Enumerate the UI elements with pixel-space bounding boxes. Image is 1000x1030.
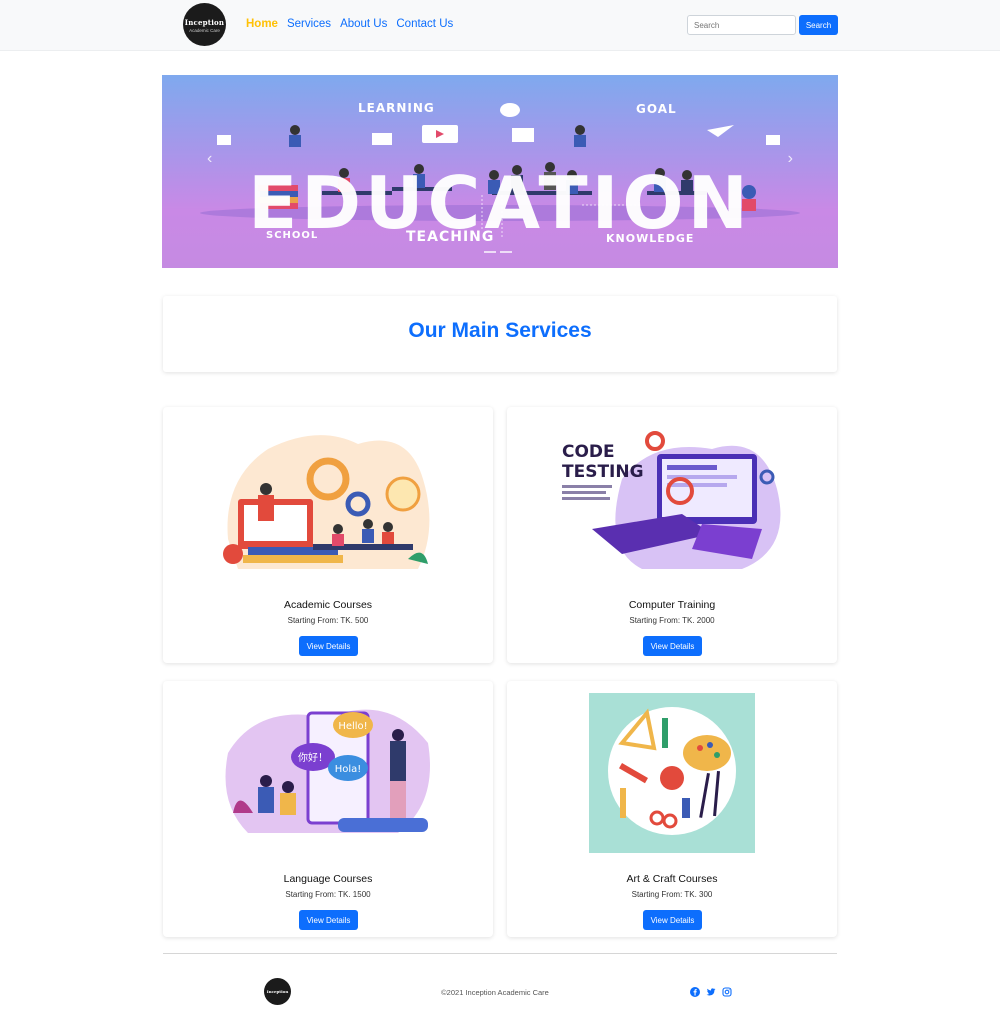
nihao-text: 你好！ bbox=[298, 751, 328, 764]
service-title: Language Courses bbox=[283, 873, 373, 885]
service-title: Computer Training bbox=[628, 599, 716, 611]
nav-links: Home Services About Us Contact Us bbox=[246, 18, 453, 30]
twitter-icon[interactable] bbox=[706, 987, 716, 997]
nav-home-link[interactable]: Home bbox=[246, 18, 278, 30]
hero-label-teaching: TEACHING bbox=[406, 229, 495, 245]
service-price: Starting From: TK. 300 bbox=[631, 890, 713, 899]
view-details-button[interactable]: View Details bbox=[299, 910, 358, 930]
service-price: Starting From: TK. 500 bbox=[287, 616, 369, 625]
services-header-card: Our Main Services bbox=[163, 296, 837, 372]
footer-divider bbox=[163, 953, 837, 954]
search-button[interactable]: Search bbox=[799, 15, 838, 35]
art-palette-illustration bbox=[589, 693, 755, 853]
brand-logo[interactable]: Inception Academic Care bbox=[183, 3, 226, 46]
hero-label-goal: GOAL bbox=[636, 102, 677, 116]
testing-text: TESTING bbox=[562, 462, 644, 482]
hello-text: Hello! bbox=[338, 721, 367, 732]
hero-headline: EDUCATION bbox=[248, 161, 752, 245]
brand-tagline: Academic Care bbox=[189, 28, 220, 33]
code-text: CODE bbox=[562, 442, 615, 462]
view-details-button[interactable]: View Details bbox=[299, 636, 358, 656]
navbar: Inception Academic Care Home Services Ab… bbox=[0, 0, 1000, 51]
section-title: Our Main Services bbox=[408, 319, 592, 342]
view-details-button[interactable]: View Details bbox=[643, 910, 702, 930]
hero-banner: EDUCATION LEARNING GOAL SCHOOL TEACHING … bbox=[162, 75, 838, 268]
view-details-button[interactable]: View Details bbox=[643, 636, 702, 656]
code-testing-illustration: CODE TESTING bbox=[562, 431, 781, 569]
service-price: Starting From: TK. 2000 bbox=[629, 616, 715, 625]
footer-logo[interactable]: Inception bbox=[264, 978, 291, 1005]
language-illustration: Hello! 你好！ Hola! bbox=[225, 709, 430, 833]
service-title: Academic Courses bbox=[283, 599, 373, 611]
academic-illustration bbox=[223, 435, 430, 569]
hero-label-school: SCHOOL bbox=[266, 230, 319, 241]
service-price: Starting From: TK. 1500 bbox=[285, 890, 371, 899]
hola-text: Hola! bbox=[335, 764, 362, 775]
service-card-art: Art & Craft Courses Starting From: TK. 3… bbox=[507, 681, 837, 937]
service-card-computer: CODE TESTING Computer Training Starting … bbox=[507, 407, 837, 663]
carousel-prev-icon[interactable]: ‹ bbox=[207, 150, 212, 168]
service-card-academic: Academic Courses Starting From: TK. 500 … bbox=[163, 407, 493, 663]
search-input[interactable] bbox=[687, 15, 796, 35]
nav-services-link[interactable]: Services bbox=[287, 18, 331, 30]
service-card-language: Hello! 你好！ Hola! Language Courses Starti… bbox=[163, 681, 493, 937]
carousel-next-icon[interactable]: › bbox=[788, 150, 793, 168]
nav-about-link[interactable]: About Us bbox=[340, 18, 387, 30]
brand-name: Inception bbox=[184, 18, 225, 27]
instagram-icon[interactable] bbox=[722, 987, 732, 997]
copyright-text: ©2021 Inception Academic Care bbox=[441, 988, 549, 997]
hero-label-learning: LEARNING bbox=[358, 101, 435, 115]
service-title: Art & Craft Courses bbox=[626, 873, 718, 885]
footer-logo-text: Inception bbox=[266, 989, 289, 994]
facebook-icon[interactable] bbox=[690, 987, 700, 997]
nav-contact-link[interactable]: Contact Us bbox=[396, 18, 453, 30]
hero-label-knowledge: KNOWLEDGE bbox=[606, 232, 695, 245]
